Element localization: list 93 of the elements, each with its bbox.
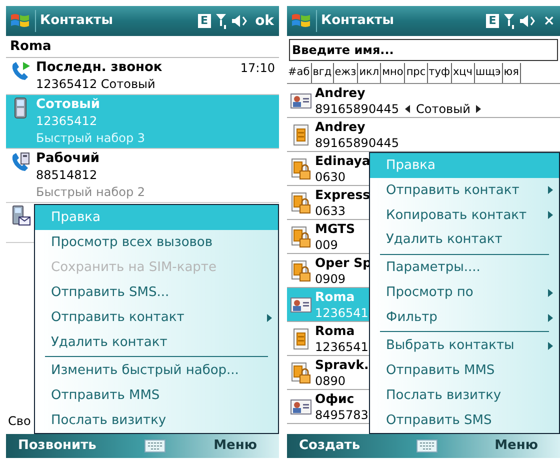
- alphabet-tab[interactable]: туф: [428, 63, 452, 83]
- phone-call-icon: [10, 60, 32, 82]
- menu-item[interactable]: Изменить быстрый набор...: [35, 358, 278, 383]
- alphabet-tab[interactable]: #аб: [287, 63, 312, 83]
- menu-item[interactable]: Отправить SMS: [370, 408, 559, 433]
- alphabet-tab[interactable]: мно: [381, 63, 406, 83]
- alphabet-tab[interactable]: хцч: [452, 63, 475, 83]
- contact-name: Roma: [6, 36, 279, 58]
- network-badge: E: [198, 14, 212, 28]
- left-arrow-icon[interactable]: [404, 104, 410, 112]
- signal-icon[interactable]: [503, 12, 516, 30]
- contact-number: 1236541: [315, 304, 368, 320]
- contact-name: MGTS: [315, 220, 356, 236]
- alphabet-tab[interactable]: прс: [405, 63, 428, 83]
- submenu-arrow-icon: [548, 211, 553, 220]
- contact-number: 0909: [315, 270, 346, 286]
- submenu-arrow-icon: [267, 314, 272, 322]
- menu-item[interactable]: Удалить контакт: [370, 228, 559, 253]
- alphabet-tab[interactable]: вгд: [312, 63, 334, 83]
- close-button[interactable]: ok: [253, 10, 276, 32]
- contact-number: 89165890445: [315, 100, 399, 116]
- menu-item[interactable]: Копировать контакт: [370, 202, 559, 228]
- contact-name: Edinaya: [315, 152, 370, 168]
- contact-name: Офис: [315, 390, 356, 406]
- menu-item[interactable]: Отправить SMS...: [35, 280, 278, 305]
- locked-document-icon: [290, 260, 312, 282]
- locked-document-icon: [290, 362, 312, 384]
- contact-name: Express: [315, 186, 370, 202]
- submenu-arrow-icon: [548, 186, 553, 194]
- contact-number: 0633: [315, 202, 346, 218]
- right-arrow-icon[interactable]: [476, 104, 482, 112]
- detail-label: Сотовый: [36, 97, 100, 113]
- number-type: Сотовый: [416, 100, 470, 116]
- menu-item[interactable]: Выбрать контакты: [370, 333, 559, 358]
- speed-dial-note: Быстрый набор 3: [36, 130, 146, 146]
- contact-name: Spravk.: [315, 356, 369, 372]
- alphabet-tab[interactable]: шщэ: [474, 63, 503, 83]
- locked-document-icon: [290, 226, 312, 248]
- footer-text: Сво: [8, 413, 31, 430]
- menu-item[interactable]: Отправить контакт: [370, 178, 559, 203]
- menu-item[interactable]: Параметры....: [370, 256, 559, 281]
- softkey[interactable]: Позвонить: [18, 436, 96, 456]
- speed-dial-note: Быстрый набор 2: [36, 184, 146, 200]
- contact-number: 89165890445: [315, 134, 399, 150]
- call-time: 17:10: [240, 60, 275, 76]
- window-title: Контакты: [40, 12, 114, 30]
- softkey[interactable]: Меню: [214, 436, 267, 456]
- detail-value: 88514812: [36, 167, 98, 183]
- detail-label: Рабочий: [36, 151, 100, 167]
- contact-number: 009: [315, 236, 338, 252]
- contact-row[interactable]: Andrey 89165890445 Сотовый: [287, 84, 560, 118]
- device-envelope-icon: [10, 205, 32, 227]
- locked-document-icon: [290, 192, 312, 214]
- menu-item[interactable]: Просмотр по: [370, 280, 559, 306]
- search-field[interactable]: Введите имя...: [289, 39, 558, 61]
- contact-name: Andrey: [315, 118, 366, 134]
- speaker-icon[interactable]: [519, 13, 538, 29]
- detail-row[interactable]: Рабочий 88514812 Быстрый набор 2: [6, 149, 279, 203]
- detail-label: Последн. звонок: [36, 60, 162, 76]
- menu-item[interactable]: Отправить MMS: [35, 383, 278, 408]
- menu-item[interactable]: Отправить контакт: [35, 305, 278, 330]
- keyboard-icon[interactable]: [416, 439, 438, 453]
- speaker-icon[interactable]: [231, 13, 250, 29]
- window-title: Контакты: [321, 12, 395, 30]
- contact-number: 8495783: [315, 406, 368, 422]
- work-phone-icon: [10, 151, 32, 173]
- menu-item[interactable]: Послать визитку: [370, 383, 559, 408]
- submenu-arrow-icon: [548, 314, 553, 322]
- contact-number: 1236541: [315, 338, 368, 354]
- keyboard-icon[interactable]: [144, 439, 166, 453]
- locked-document-icon: [290, 158, 312, 180]
- signal-icon[interactable]: [215, 12, 228, 30]
- close-button[interactable]: ×: [541, 10, 557, 32]
- softkey[interactable]: Создать: [299, 436, 360, 456]
- contact-name: Andrey: [315, 84, 366, 100]
- contact-number: 0890: [315, 372, 346, 388]
- menu-item[interactable]: Послать визитку: [35, 408, 278, 433]
- detail-value: 12365412 Сотовый: [36, 76, 156, 92]
- menu-item[interactable]: Отправить MMS: [370, 358, 559, 384]
- submenu-arrow-icon: [548, 288, 553, 297]
- contact-number: 0630: [315, 168, 346, 184]
- contact-name: Roma: [315, 322, 356, 338]
- network-badge: E: [486, 14, 500, 28]
- submenu-arrow-icon: [548, 342, 553, 350]
- menu-item[interactable]: Удалить контакт: [35, 330, 278, 355]
- contact-name: Roma: [315, 288, 356, 304]
- menu-item[interactable]: Просмотр всех вызовов: [35, 230, 278, 255]
- softkey[interactable]: Меню: [494, 436, 548, 456]
- menu-item[interactable]: Фильтр: [370, 305, 559, 330]
- detail-value: 12365412: [36, 113, 98, 129]
- alphabet-tab[interactable]: юя: [502, 63, 521, 83]
- alphabet-tab[interactable]: ежз: [334, 63, 358, 83]
- alphabet-tab[interactable]: икл: [358, 63, 382, 83]
